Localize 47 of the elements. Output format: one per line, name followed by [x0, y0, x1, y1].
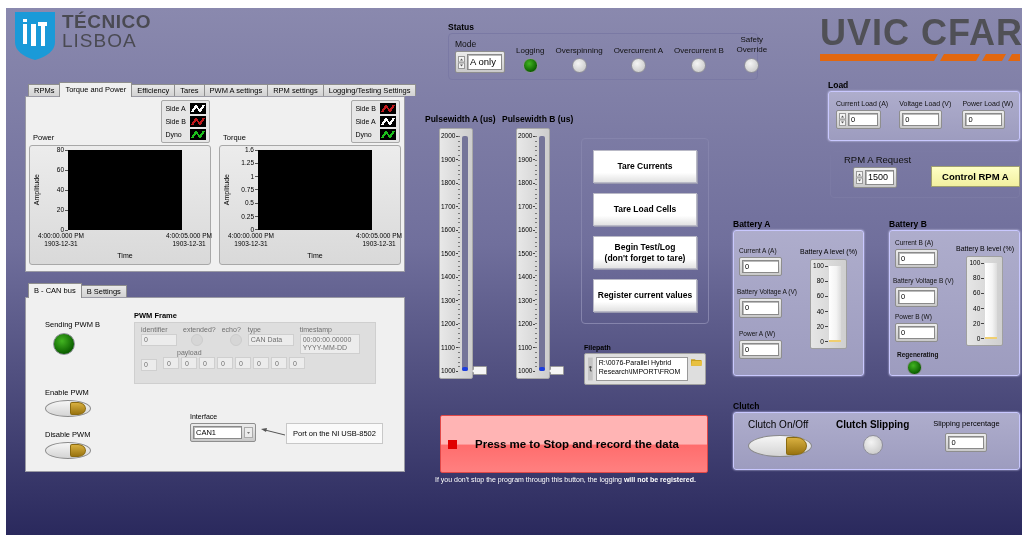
action-button[interactable]: Register current values [593, 279, 697, 312]
indicator-label: Overcurrent A [613, 46, 663, 55]
slider-track[interactable] [538, 136, 545, 371]
logo-title: TÉCNICO [62, 12, 151, 31]
spin-arrows-icon[interactable] [839, 113, 846, 127]
legend-swatch [190, 103, 206, 114]
group-title: Status [448, 22, 475, 33]
stop-square-icon [448, 439, 457, 449]
group-title: Load [828, 80, 850, 91]
group-title: Battery A [733, 219, 772, 230]
slider-track[interactable] [461, 136, 468, 371]
toggle-switch[interactable] [45, 400, 91, 417]
number-field[interactable]: 1500 [853, 166, 897, 188]
logo-subtitle: LISBOA [62, 31, 138, 50]
number-field[interactable]: A only [455, 51, 505, 73]
slider-label: Pulsewidth A (us) [425, 114, 497, 124]
stop-button[interactable]: Press me to Stop and record the data [440, 415, 708, 473]
field-label: Mode [455, 39, 477, 50]
legend-swatch [380, 129, 396, 140]
action-button[interactable]: Tare Currents [593, 150, 697, 183]
slider-thumb[interactable] [550, 366, 564, 375]
switch-label: Clutch On/Off [748, 419, 809, 430]
indicator-label: Logging [516, 46, 545, 55]
toggle-switch[interactable] [45, 442, 91, 459]
indicator-label: Overcurrent B [674, 46, 724, 55]
indicator-label: Safety Override [735, 35, 769, 55]
legend-swatch [190, 129, 206, 140]
arrow-icon [260, 427, 286, 437]
toggle-switch[interactable] [748, 435, 812, 457]
field-label: RPM A Request [844, 153, 912, 165]
slider-thumb[interactable] [473, 366, 487, 375]
action-button[interactable]: Tare Load Cells [593, 193, 697, 226]
logo-text: UVIC CFAR [820, 14, 1022, 52]
legend-swatch [380, 103, 396, 114]
group-title: Clutch [733, 401, 761, 412]
shield-logo [15, 12, 55, 60]
folder-icon[interactable] [690, 357, 702, 367]
legend-swatch [190, 116, 206, 127]
legend-swatch [380, 116, 396, 127]
slider-label: Pulsewidth B (us) [502, 114, 575, 124]
spin-arrows-icon[interactable] [856, 170, 863, 184]
group-title: Battery B [889, 219, 928, 230]
spin-arrows-icon[interactable] [458, 55, 465, 69]
indicator-label: Clutch Slipping [836, 419, 910, 430]
action-button[interactable]: Begin Test/Log (don't forget to tare) [593, 236, 697, 269]
control-button[interactable]: Control RPM A [931, 166, 1020, 187]
indicator-label: Overspinning [555, 46, 603, 55]
